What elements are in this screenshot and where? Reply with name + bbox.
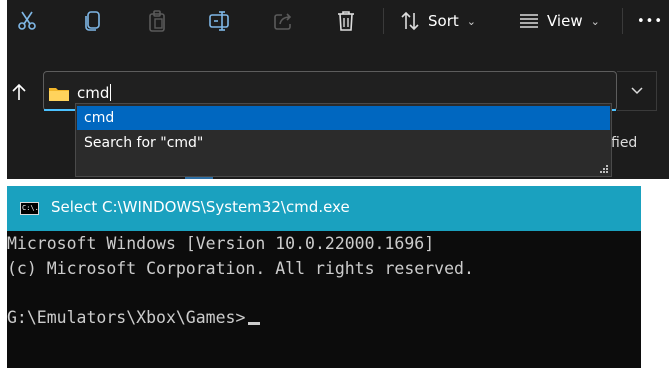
share-icon	[274, 13, 292, 30]
view-button[interactable]: View ⌄	[519, 5, 615, 37]
autocomplete-item-search[interactable]: Search for "cmd"	[77, 131, 610, 155]
folder-icon	[49, 88, 69, 101]
resize-grip-icon[interactable]	[599, 164, 609, 174]
trash-icon	[338, 11, 354, 31]
autocomplete-dropdown: cmd Search for "cmd"	[75, 103, 612, 177]
toolbar-divider	[622, 8, 623, 34]
console-line: Microsoft Windows [Version 10.0.22000.16…	[7, 234, 435, 253]
more-options-button[interactable]: •••	[635, 5, 665, 37]
chevron-down-icon: ⌄	[466, 14, 476, 28]
paste-button[interactable]	[139, 5, 175, 37]
console-line: (c) Microsoft Corporation. All rights re…	[7, 259, 474, 278]
console-prompt-line: G:\Emulators\Xbox\Games>	[7, 306, 261, 330]
sort-button[interactable]: Sort ⌄	[400, 5, 492, 37]
chevron-down-icon	[630, 87, 643, 95]
sort-label: Sort	[428, 12, 459, 30]
scissors-icon	[18, 11, 36, 30]
cut-button[interactable]	[7, 5, 47, 37]
file-explorer-window: Sort ⌄ View ⌄ ••• cmd fied cmd Search fo…	[7, 0, 669, 179]
console-title: Select C:\WINDOWS\System32\cmd.exe	[51, 198, 350, 216]
command-bar: Sort ⌄ View ⌄ •••	[7, 0, 669, 41]
console-output[interactable]: Microsoft Windows [Version 10.0.22000.16…	[7, 231, 641, 368]
address-input-value: cmd	[77, 84, 112, 102]
sort-icon	[401, 11, 419, 31]
console-cursor	[248, 322, 261, 325]
rename-button[interactable]	[202, 5, 238, 37]
view-list-icon	[520, 14, 538, 28]
delete-button[interactable]	[328, 5, 364, 37]
copy-button[interactable]	[75, 5, 111, 37]
clipboard-icon	[149, 10, 165, 32]
column-header-date-modified: fied	[611, 135, 638, 151]
address-history-dropdown-button[interactable]	[617, 71, 657, 111]
rename-icon	[209, 11, 229, 31]
autocomplete-item-cmd[interactable]: cmd	[77, 106, 610, 130]
up-arrow-icon[interactable]	[11, 83, 27, 101]
command-prompt-window: C:\. Select C:\WINDOWS\System32\cmd.exe …	[7, 186, 641, 368]
cmd-app-icon: C:\.	[20, 202, 39, 215]
console-prompt: G:\Emulators\Xbox\Games>	[7, 308, 246, 327]
copy-icon	[85, 11, 100, 31]
toolbar-divider	[383, 8, 384, 34]
view-label: View	[547, 12, 583, 30]
share-button[interactable]	[265, 5, 301, 37]
console-title-bar[interactable]: C:\. Select C:\WINDOWS\System32\cmd.exe	[7, 186, 641, 231]
chevron-down-icon: ⌄	[590, 14, 600, 28]
